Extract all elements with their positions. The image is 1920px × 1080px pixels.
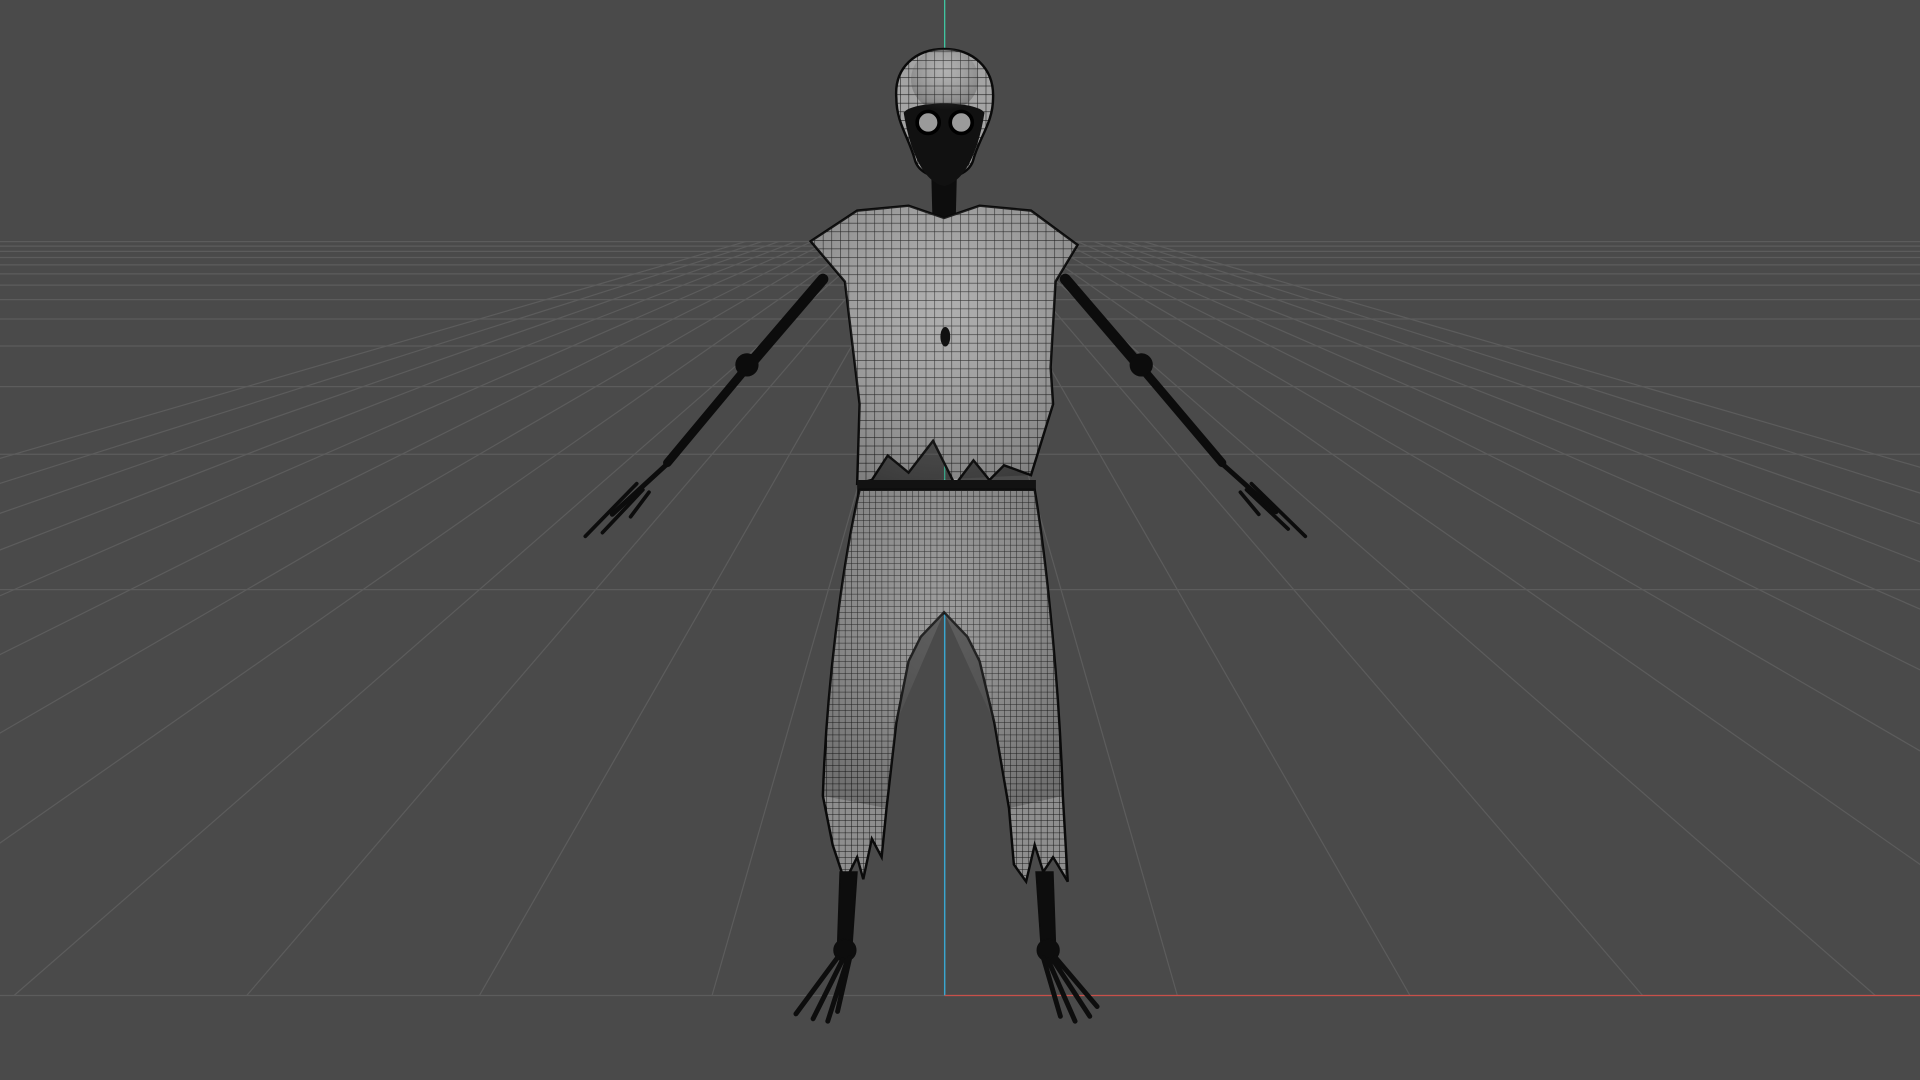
grid-line-depth [0, 241, 846, 734]
grid-line-depth [1127, 241, 1920, 494]
grid-line-depth [1110, 241, 1920, 525]
torn-shirt [808, 204, 1080, 488]
grid-line-depth [0, 241, 779, 514]
skull-head [895, 47, 995, 187]
grid-line-depth [0, 241, 796, 551]
grid-line-depth [0, 241, 746, 460]
grid-line-depth [0, 241, 763, 484]
grid-line-depth [0, 241, 862, 844]
viewport-scene[interactable] [0, 0, 1920, 1080]
left-arm [583, 273, 829, 539]
grid-line-depth [1094, 241, 1920, 563]
grid-line-depth [1027, 241, 1920, 866]
legs-bones [793, 871, 1100, 1024]
grid-line-depth [0, 241, 829, 656]
grid-line-depth [1143, 241, 1920, 468]
grid-line-depth [1077, 241, 1920, 610]
3d-viewport[interactable] [0, 0, 1920, 1080]
shirt-hole [940, 326, 951, 347]
right-arm [1059, 273, 1308, 539]
grid-line-depth [994, 241, 1644, 996]
grid-line-depth [246, 241, 896, 996]
